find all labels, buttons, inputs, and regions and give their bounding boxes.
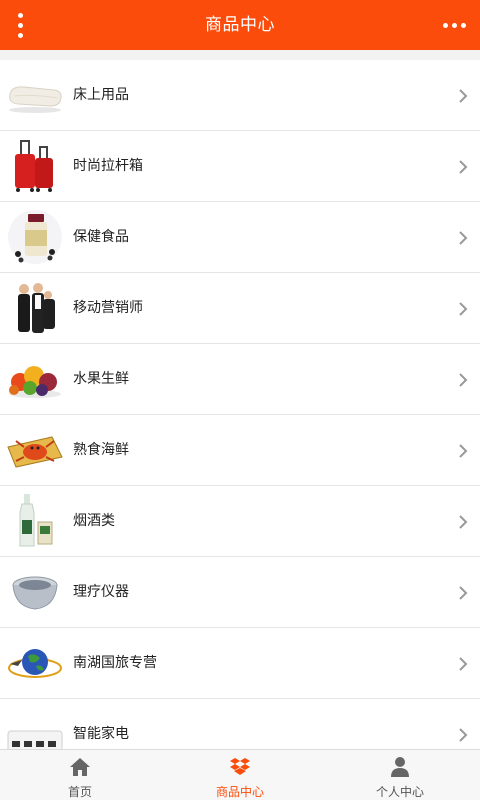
globe-travel-icon (8, 649, 62, 678)
category-label: 南湖国旅专营 (73, 655, 157, 671)
category-item-luggage[interactable]: 时尚拉杆箱 (0, 131, 480, 202)
category-item-therapy-devices[interactable]: 理疗仪器 (0, 557, 480, 628)
tab-label: 首页 (67, 785, 92, 799)
user-icon (391, 757, 409, 777)
page-title: 商品中心 (205, 15, 275, 35)
chevron-right-icon (459, 728, 468, 742)
appliance-icon (7, 730, 63, 749)
box-icon (230, 758, 250, 775)
chevron-right-icon (459, 373, 468, 387)
tab-home[interactable]: 首页 (0, 750, 160, 800)
chevron-right-icon (459, 444, 468, 458)
chevron-right-icon (459, 657, 468, 671)
category-item-tobacco-liquor[interactable]: 烟酒类 (0, 486, 480, 557)
business-people-icon (18, 283, 55, 333)
crab-icon (7, 436, 63, 468)
category-list: 床上用品 时尚拉杆箱 保健食品 移动营销师 水果生鲜 熟食海鲜 烟酒类 理疗仪器… (0, 60, 480, 749)
chevron-right-icon (459, 302, 468, 316)
liquor-bottle-icon (19, 494, 53, 547)
tab-products[interactable]: 商品中心 (160, 750, 320, 800)
category-item-nanhu-travel[interactable]: 南湖国旅专营 (0, 628, 480, 699)
category-label: 理疗仪器 (73, 584, 129, 600)
fruit-icon (9, 366, 61, 398)
more-dots-horizontal-icon[interactable] (440, 10, 468, 40)
category-label: 水果生鲜 (73, 371, 129, 387)
home-icon (70, 758, 90, 776)
category-item-health-food[interactable]: 保健食品 (0, 202, 480, 273)
category-label: 保健食品 (73, 229, 129, 245)
category-label: 移动营销师 (73, 300, 143, 316)
category-label: 床上用品 (73, 87, 129, 103)
chevron-right-icon (459, 231, 468, 245)
tab-profile[interactable]: 个人中心 (320, 750, 480, 800)
top-bar: 商品中心 (0, 0, 480, 50)
category-label: 时尚拉杆箱 (73, 158, 143, 174)
luggage-icon (15, 140, 53, 192)
chevron-right-icon (459, 89, 468, 103)
tab-label: 商品中心 (215, 785, 264, 799)
category-item-smart-appliances[interactable]: 智能家电 (0, 699, 480, 749)
pillow-icon (9, 86, 62, 113)
top-spacer (0, 50, 480, 60)
category-item-fruit[interactable]: 水果生鲜 (0, 344, 480, 415)
category-item-marketers[interactable]: 移动营销师 (0, 273, 480, 344)
tab-label: 个人中心 (375, 785, 424, 799)
chevron-right-icon (459, 586, 468, 600)
chevron-right-icon (459, 515, 468, 529)
category-label: 熟食海鲜 (73, 442, 129, 458)
category-item-seafood[interactable]: 熟食海鲜 (0, 415, 480, 486)
supplement-bottle-icon (8, 210, 62, 264)
bottom-tab-bar: 首页 商品中心 个人中心 (0, 749, 480, 800)
category-item-bedding[interactable]: 床上用品 (0, 60, 480, 131)
category-label: 烟酒类 (73, 513, 115, 529)
category-label: 智能家电 (73, 726, 129, 742)
chevron-right-icon (459, 160, 468, 174)
therapy-device-icon (12, 576, 58, 610)
